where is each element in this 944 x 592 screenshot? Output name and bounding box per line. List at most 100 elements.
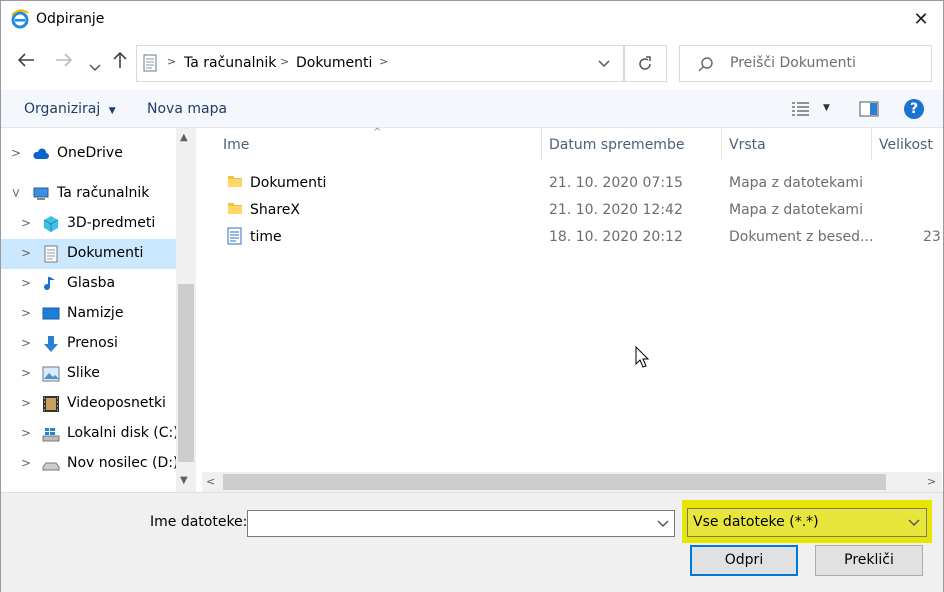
hscroll-thumb[interactable]	[223, 474, 886, 490]
scroll-right-icon[interactable]: >	[927, 475, 936, 488]
file-type: Mapa z datotekami	[729, 175, 863, 191]
column-header-size[interactable]: Velikost	[879, 137, 933, 153]
sidebar-item-label: Ta računalnik	[57, 185, 150, 201]
sidebar-item-label: Slike	[67, 365, 100, 381]
organize-label: Organiziraj	[24, 101, 101, 117]
details-view-icon	[792, 102, 809, 116]
open-button[interactable]: Odpri	[690, 545, 798, 576]
music-icon	[44, 277, 55, 291]
file-date: 18. 10. 2020 20:12	[549, 229, 683, 245]
sidebar-item-3d-objects[interactable]: > 3D-predmeti	[1, 209, 176, 239]
cloud-icon	[33, 148, 49, 159]
sidebar-item-label: Glasba	[67, 275, 116, 291]
sidebar-item-desktop[interactable]: > Namizje	[1, 299, 176, 329]
cancel-button[interactable]: Prekliči	[815, 545, 923, 576]
text-document-icon	[227, 227, 242, 245]
view-options-button[interactable]: ▼	[791, 101, 830, 121]
organize-button[interactable]: Organiziraj ▼	[24, 101, 116, 117]
column-header-type[interactable]: Vrsta	[729, 137, 766, 153]
sidebar-item-label: 3D-predmeti	[67, 215, 156, 231]
computer-icon	[33, 187, 49, 200]
search-icon	[698, 57, 713, 72]
filename-input[interactable]	[247, 510, 675, 537]
chevron-right-icon[interactable]: >	[19, 246, 33, 260]
search-box[interactable]: Preišči Dokumenti	[679, 45, 932, 82]
sidebar-item-label: Nov nosilec (D:)	[67, 455, 179, 471]
sidebar-item-pictures[interactable]: > Slike	[1, 359, 176, 389]
sidebar-scroll-thumb[interactable]	[178, 284, 194, 462]
filetype-value: Vse datoteke (*.*)	[693, 514, 819, 530]
open-dialog: Odpiranje ✕ > Ta računalnik > Dokumenti …	[0, 0, 944, 592]
column-separator[interactable]	[871, 128, 872, 160]
mouse-cursor-icon	[635, 346, 649, 368]
download-icon	[44, 336, 58, 352]
chevron-down-icon[interactable]: >	[9, 186, 23, 200]
preview-pane-icon[interactable]	[859, 101, 879, 117]
sidebar-item-downloads[interactable]: > Prenosi	[1, 329, 176, 359]
chevron-right-icon[interactable]: >	[19, 276, 33, 290]
chevron-right-icon[interactable]: >	[19, 426, 33, 440]
chevron-right-icon[interactable]: >	[19, 366, 33, 380]
sidebar-item-label: Dokumenti	[67, 245, 144, 261]
breadcrumb-this-pc[interactable]: Ta računalnik	[184, 55, 276, 71]
back-button[interactable]	[15, 52, 37, 73]
cube-icon	[43, 216, 59, 232]
sidebar-item-label: Lokalni disk (C:)	[67, 425, 179, 441]
internet-explorer-icon	[11, 9, 29, 29]
close-button[interactable]: ✕	[907, 7, 935, 33]
pictures-icon	[42, 366, 60, 382]
recent-locations-button[interactable]	[87, 56, 103, 77]
address-dropdown-button[interactable]	[586, 45, 624, 82]
sidebar-item-documents[interactable]: > Dokumenti	[1, 239, 176, 269]
up-button[interactable]	[111, 51, 129, 74]
help-button[interactable]: ?	[904, 99, 924, 119]
chevron-right-icon[interactable]: >	[19, 306, 33, 320]
folder-icon	[228, 203, 242, 214]
desktop-icon	[42, 307, 60, 320]
column-separator[interactable]	[541, 128, 542, 160]
sidebar-item-label: Prenosi	[67, 335, 118, 351]
breadcrumb-separator: >	[167, 55, 177, 68]
sidebar-item-label: Videoposnetki	[67, 395, 166, 411]
sidebar-item-onedrive[interactable]: > OneDrive	[1, 139, 176, 169]
scroll-down-icon[interactable]: ▼	[180, 475, 188, 486]
forward-button[interactable]	[53, 52, 75, 73]
refresh-button[interactable]	[625, 45, 667, 82]
file-size: 23	[923, 229, 941, 245]
breadcrumb-separator: >	[280, 55, 290, 68]
new-folder-button[interactable]: Nova mapa	[147, 101, 227, 117]
title-bar	[1, 1, 943, 39]
arrow-up-icon	[113, 51, 127, 68]
scroll-left-icon[interactable]: <	[206, 475, 215, 488]
window-title: Odpiranje	[36, 11, 105, 27]
sidebar-item-music[interactable]: > Glasba	[1, 269, 176, 299]
refresh-icon	[639, 56, 651, 70]
caret-down-icon: ▼	[108, 106, 116, 116]
breadcrumb-documents[interactable]: Dokumenti	[296, 55, 372, 71]
column-separator[interactable]	[721, 128, 722, 160]
chevron-down-icon[interactable]	[657, 520, 669, 528]
arrow-right-icon	[56, 53, 73, 67]
sidebar-item-videos[interactable]: > Videoposnetki	[1, 389, 176, 419]
scroll-up-icon[interactable]: ▲	[180, 132, 188, 143]
column-header-name[interactable]: Ime	[223, 137, 249, 153]
filetype-select[interactable]: Vse datoteke (*.*)	[687, 508, 927, 537]
video-icon	[43, 396, 59, 412]
chevron-right-icon[interactable]: >	[19, 396, 33, 410]
sidebar-item-local-disk-c[interactable]: > Lokalni disk (C:)	[1, 419, 179, 449]
chevron-right-icon[interactable]: >	[9, 146, 23, 160]
search-placeholder: Preišči Dokumenti	[730, 55, 856, 71]
sidebar-item-label: OneDrive	[57, 145, 123, 161]
file-name: time	[250, 229, 282, 245]
drive-icon	[42, 462, 60, 471]
filename-label: Ime datoteke:	[150, 514, 248, 530]
chevron-right-icon[interactable]: >	[19, 216, 33, 230]
chevron-right-icon[interactable]: >	[19, 336, 33, 350]
sidebar-item-this-pc[interactable]: > Ta računalnik	[1, 179, 176, 209]
column-header-date[interactable]: Datum spremembe	[549, 137, 684, 153]
arrow-left-icon	[17, 53, 34, 67]
folder-icon	[228, 176, 242, 187]
file-name: Dokumenti	[250, 175, 327, 191]
chevron-right-icon[interactable]: >	[19, 456, 33, 470]
sidebar-item-new-volume-d[interactable]: > Nov nosilec (D:)	[1, 449, 179, 479]
